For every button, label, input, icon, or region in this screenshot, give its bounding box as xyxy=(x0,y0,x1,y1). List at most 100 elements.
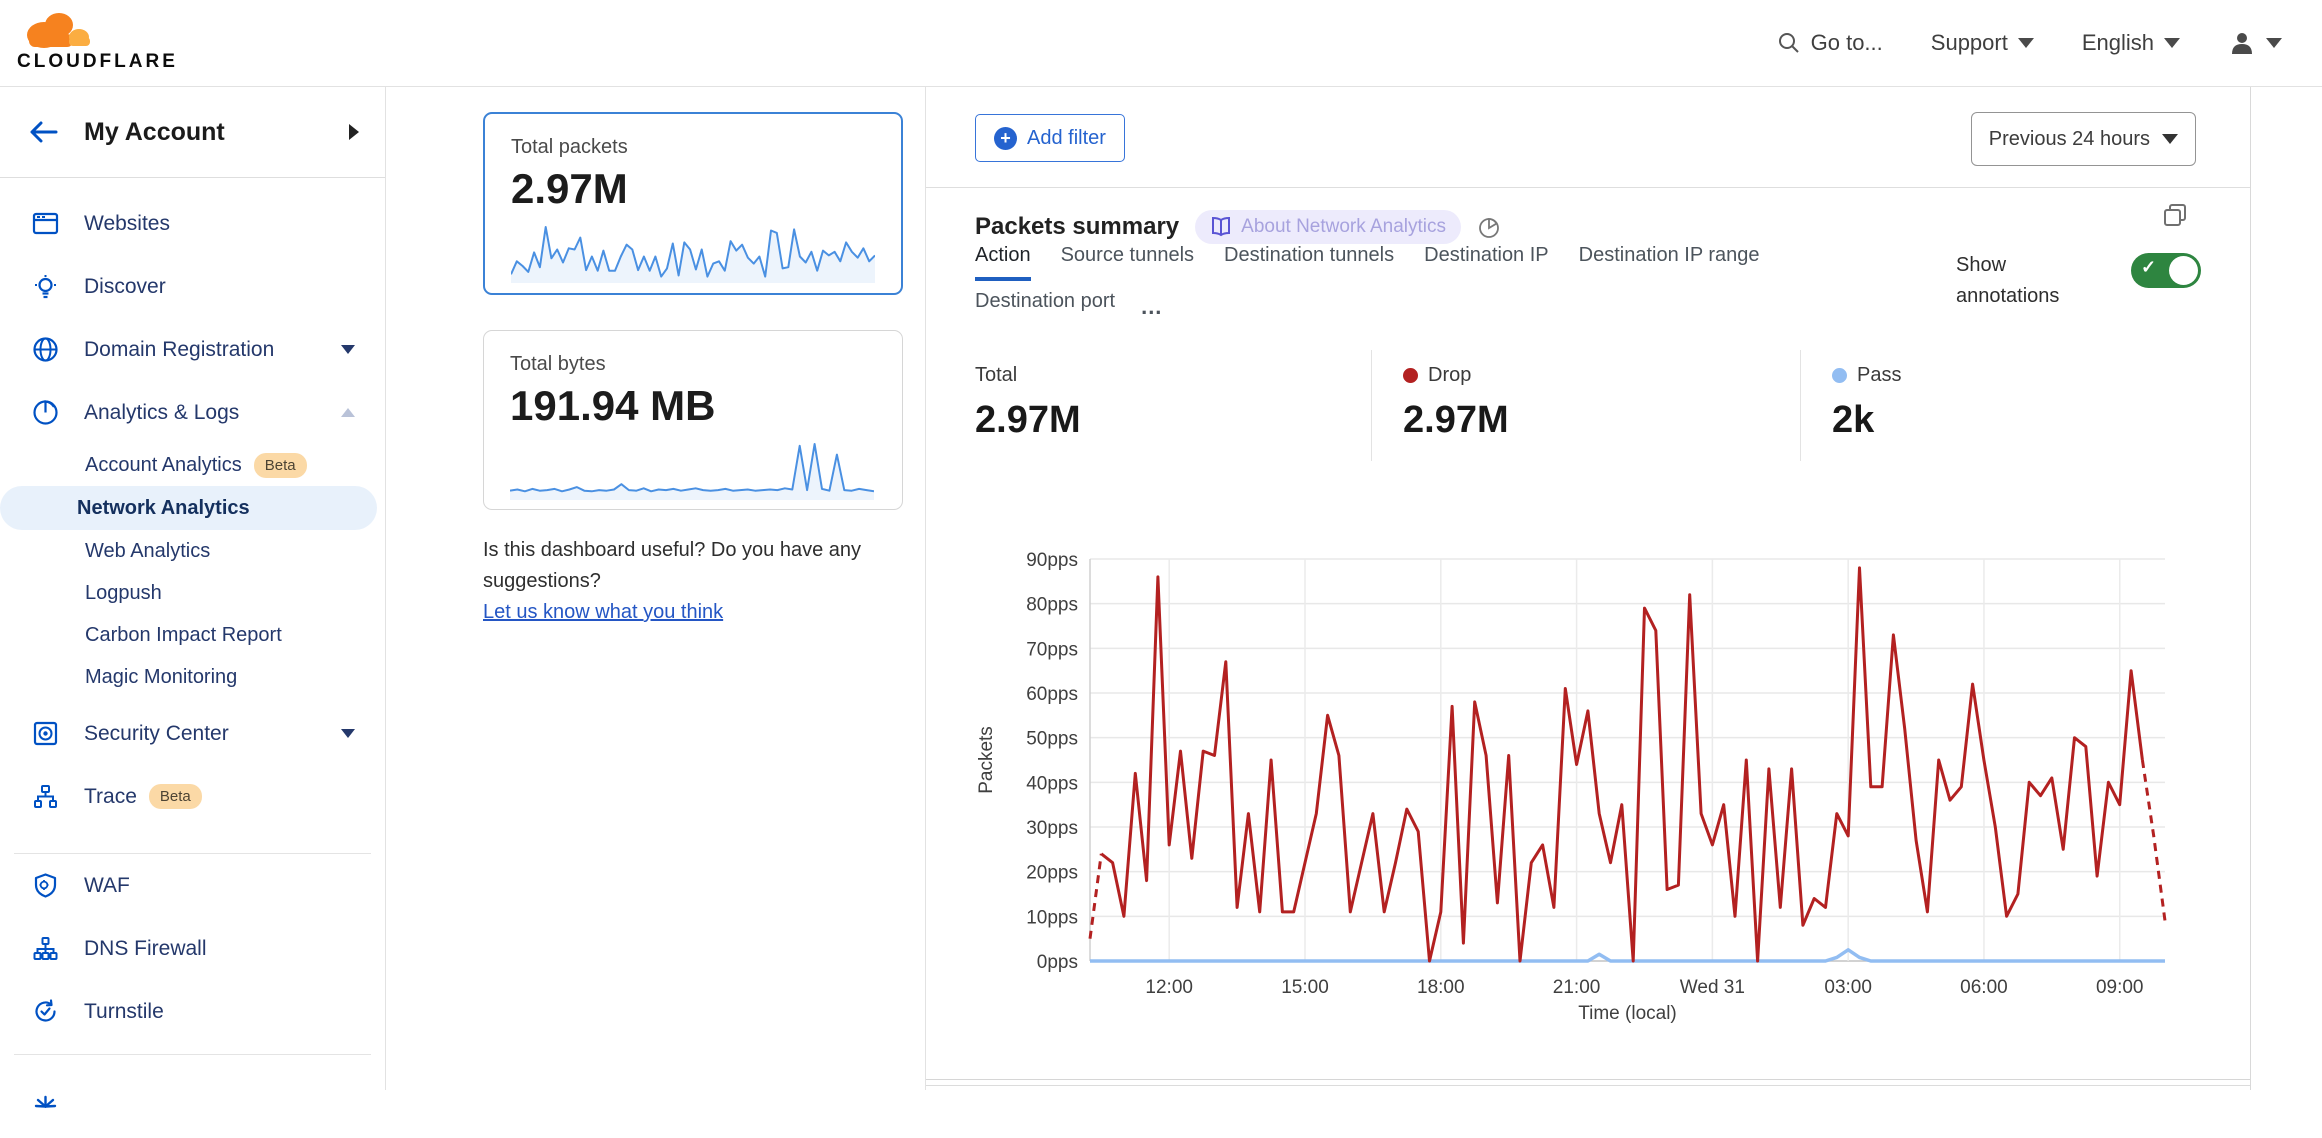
metric-column: Total packets 2.97M Total bytes 191.94 M… xyxy=(386,87,926,1090)
cloudflare-cloud-icon xyxy=(17,8,93,50)
svg-text:40pps: 40pps xyxy=(1026,773,1078,794)
top-bar: CLOUDFLARE Go to... Support English xyxy=(0,0,2322,87)
pass-dot xyxy=(1832,368,1847,383)
check-icon: ✓ xyxy=(2141,257,2156,278)
svg-text:15:00: 15:00 xyxy=(1281,977,1329,998)
chevron-down-icon xyxy=(2018,38,2034,48)
svg-text:03:00: 03:00 xyxy=(1824,977,1872,998)
show-annotations-label: Show annotations xyxy=(1956,250,2106,312)
sidebar-item-analytics-logs[interactable]: Analytics & Logs xyxy=(0,381,385,444)
refresh-check-icon xyxy=(30,998,60,1025)
burst-icon xyxy=(30,1093,60,1120)
support-label: Support xyxy=(1931,30,2008,56)
hierarchy-icon xyxy=(30,935,60,962)
svg-text:10pps: 10pps xyxy=(1026,907,1078,928)
show-annotations-toggle[interactable]: ✓ xyxy=(2131,253,2201,288)
svg-text:Packets: Packets xyxy=(976,726,997,794)
go-to-search[interactable]: Go to... xyxy=(1777,30,1883,56)
stats-row: Total 2.97M Drop 2.97M Pass 2k xyxy=(926,350,2250,461)
shield-gear-icon xyxy=(30,872,60,899)
packets-time-series-chart: 0pps10pps20pps30pps40pps50pps60pps70pps8… xyxy=(960,546,2240,1036)
main-panel: + Add filter Previous 24 hours Packets s… xyxy=(926,87,2251,1090)
stat-divider xyxy=(1371,350,1372,461)
sidebar-item-dns-firewall[interactable]: DNS Firewall xyxy=(0,917,385,980)
cloudflare-logo[interactable]: CLOUDFLARE xyxy=(17,8,167,73)
feedback-block: Is this dashboard useful? Do you have an… xyxy=(483,535,913,628)
svg-text:70pps: 70pps xyxy=(1026,639,1078,660)
back-arrow-icon[interactable] xyxy=(28,120,58,144)
language-label: English xyxy=(2082,30,2154,56)
trace-icon xyxy=(30,783,60,810)
beta-badge: Beta xyxy=(254,453,307,478)
search-icon xyxy=(1777,31,1801,55)
svg-text:Wed 31: Wed 31 xyxy=(1680,977,1745,998)
tab-source-tunnels[interactable]: Source tunnels xyxy=(1061,244,1194,277)
plus-icon: + xyxy=(994,127,1017,150)
next-card-top-border xyxy=(926,1085,2250,1086)
more-tabs-button[interactable]: ... xyxy=(1141,294,1162,320)
svg-text:0pps: 0pps xyxy=(1037,952,1078,973)
sidebar-item-account-analytics[interactable]: Account Analytics Beta xyxy=(0,444,385,486)
summary-title: Packets summary xyxy=(975,213,1179,241)
sidebar-item-web-analytics[interactable]: Web Analytics xyxy=(0,530,385,572)
svg-text:21:00: 21:00 xyxy=(1553,977,1601,998)
chevron-down-icon xyxy=(341,345,355,354)
tab-destination-ip-range[interactable]: Destination IP range xyxy=(1579,244,1760,277)
account-title: My Account xyxy=(84,118,225,147)
feedback-question: Is this dashboard useful? Do you have an… xyxy=(483,535,913,597)
sidebar-item-network-analytics[interactable]: Network Analytics xyxy=(0,486,377,530)
time-range-button[interactable]: Previous 24 hours xyxy=(1971,112,2196,166)
sidebar-item-carbon-impact-report[interactable]: Carbon Impact Report xyxy=(0,614,385,656)
sidebar-item-turnstile[interactable]: Turnstile xyxy=(0,980,385,1043)
sidebar-item-waf[interactable]: WAF xyxy=(0,854,385,917)
tab-action[interactable]: Action xyxy=(975,244,1031,281)
tab-destination-ip[interactable]: Destination IP xyxy=(1424,244,1549,277)
account-menu[interactable] xyxy=(2228,29,2282,57)
card-value: 2.97M xyxy=(511,165,901,213)
book-icon xyxy=(1210,217,1232,237)
tab-destination-tunnels[interactable]: Destination tunnels xyxy=(1224,244,1394,277)
sidebar-item-websites[interactable]: Websites xyxy=(0,192,385,255)
svg-text:50pps: 50pps xyxy=(1026,729,1078,750)
expand-copy-icon[interactable] xyxy=(2162,202,2188,228)
total-bytes-card[interactable]: Total bytes 191.94 MB xyxy=(483,330,903,510)
card-value: 191.94 MB xyxy=(510,382,902,430)
lightbulb-icon xyxy=(30,273,60,300)
stat-divider xyxy=(1800,350,1801,461)
chevron-down-icon xyxy=(2266,38,2282,48)
tab-destination-port[interactable]: Destination port xyxy=(975,290,1115,323)
add-filter-button[interactable]: + Add filter xyxy=(975,114,1125,162)
stat-pass: Pass 2k xyxy=(1832,364,1901,442)
total-packets-card[interactable]: Total packets 2.97M xyxy=(483,112,903,295)
chevron-down-icon xyxy=(341,729,355,738)
pie-chart-icon xyxy=(30,399,60,426)
feedback-link[interactable]: Let us know what you think xyxy=(483,601,723,623)
language-menu[interactable]: English xyxy=(2082,30,2180,56)
sidebar-item-trace[interactable]: Trace Beta xyxy=(0,765,385,828)
sidebar-item-domain-registration[interactable]: Domain Registration xyxy=(0,318,385,381)
sidebar-item-discover[interactable]: Discover xyxy=(0,255,385,318)
chevron-right-icon[interactable] xyxy=(349,124,359,140)
pie-icon[interactable] xyxy=(1477,215,1501,239)
svg-text:18:00: 18:00 xyxy=(1417,977,1465,998)
filter-bar: + Add filter Previous 24 hours xyxy=(926,87,2250,188)
svg-text:30pps: 30pps xyxy=(1026,818,1078,839)
stat-total: Total 2.97M xyxy=(975,364,1081,442)
globe-icon xyxy=(30,336,60,363)
drop-dot xyxy=(1403,368,1418,383)
sidebar-item-logpush[interactable]: Logpush xyxy=(0,572,385,614)
sidebar-item-security-center[interactable]: Security Center xyxy=(0,702,385,765)
sidebar-item-partial[interactable] xyxy=(0,1075,385,1138)
support-menu[interactable]: Support xyxy=(1931,30,2034,56)
go-to-label: Go to... xyxy=(1811,30,1883,56)
card-label: Total bytes xyxy=(510,353,902,376)
about-network-analytics-badge[interactable]: About Network Analytics xyxy=(1195,210,1461,244)
summary-tabs: Action Source tunnels Destination tunnel… xyxy=(975,244,1760,323)
chevron-down-icon xyxy=(2162,134,2178,144)
svg-text:09:00: 09:00 xyxy=(2096,977,2144,998)
svg-text:60pps: 60pps xyxy=(1026,684,1078,705)
stat-drop: Drop 2.97M xyxy=(1403,364,1509,442)
sidebar-item-magic-monitoring[interactable]: Magic Monitoring xyxy=(0,656,385,698)
svg-text:90pps: 90pps xyxy=(1026,550,1078,571)
svg-text:06:00: 06:00 xyxy=(1960,977,2008,998)
